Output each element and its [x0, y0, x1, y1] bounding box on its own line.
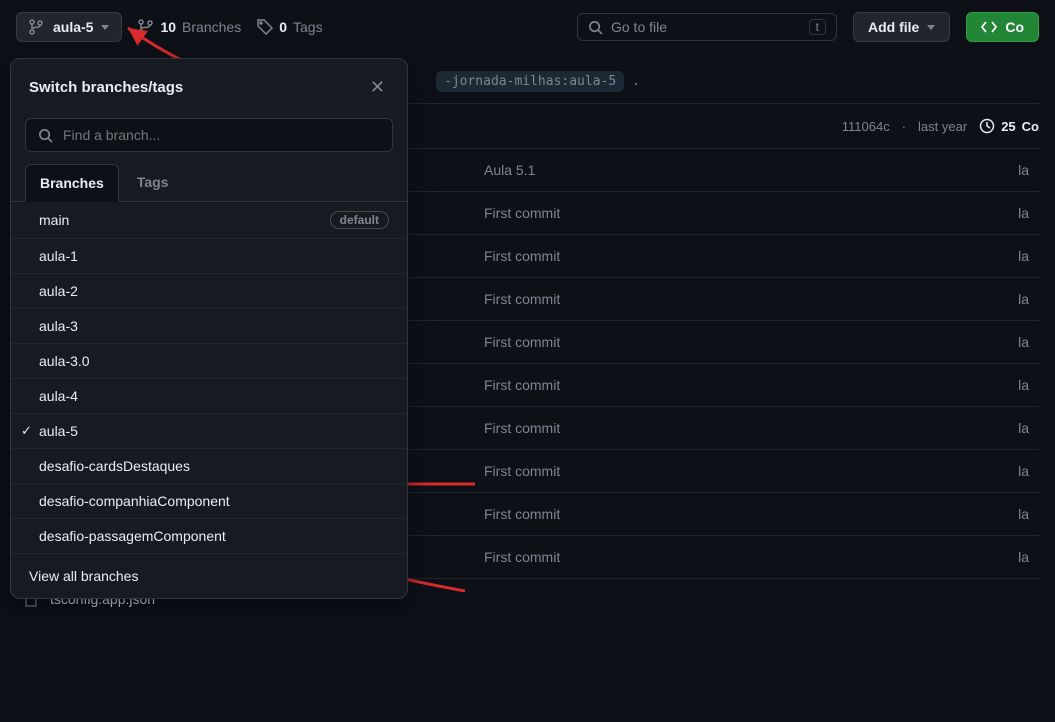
branches-label: Branches [182, 19, 241, 35]
branch-name: aula-3.0 [39, 353, 90, 369]
search-icon [38, 128, 53, 143]
branch-item[interactable]: ✓ aula-5 [11, 414, 407, 449]
history-icon [979, 118, 995, 134]
tag-icon [257, 19, 273, 35]
find-branch-input[interactable] [25, 118, 393, 152]
branch-selector-label: aula-5 [53, 19, 93, 35]
chevron-down-icon [101, 25, 109, 30]
branch-item[interactable]: aula-4 [11, 379, 407, 414]
branch-item[interactable]: desafio-cardsDestaques [11, 449, 407, 484]
commit-age: la [1018, 420, 1031, 436]
commits-count: 25 [1001, 119, 1015, 134]
branch-dropdown: Switch branches/tags ✕ Branches Tags mai… [10, 58, 408, 599]
branch-name: aula-2 [39, 283, 78, 299]
commit-age: la [1018, 463, 1031, 479]
branches-link[interactable]: 10 Branches [138, 19, 241, 35]
commit-age: la [1018, 205, 1031, 221]
tags-label: Tags [293, 19, 323, 35]
search-placeholder: Go to file [611, 19, 667, 35]
branch-icon [29, 19, 45, 35]
branch-name: aula-3 [39, 318, 78, 334]
commit-hash[interactable]: 111064c [842, 119, 890, 134]
branch-name: desafio-passagemComponent [39, 528, 226, 544]
code-label: Co [1005, 19, 1024, 35]
commit-age: la [1018, 506, 1031, 522]
branch-item[interactable]: desafio-companhiaComponent [11, 484, 407, 519]
branch-item[interactable]: desafio-passagemComponent [11, 519, 407, 554]
view-all-branches[interactable]: View all branches [11, 554, 407, 598]
branch-item[interactable]: main default [11, 202, 407, 239]
branch-item[interactable]: aula-3 [11, 309, 407, 344]
commit-age: la [1018, 291, 1031, 307]
tab-tags[interactable]: Tags [123, 164, 183, 201]
branch-name: aula-1 [39, 248, 78, 264]
code-button[interactable]: Co [966, 12, 1039, 42]
commits-suffix: Co [1022, 119, 1039, 134]
branch-name: desafio-companhiaComponent [39, 493, 230, 509]
path-chip: -jornada-milhas:aula-5 [436, 71, 624, 92]
add-file-button[interactable]: Add file [853, 12, 950, 42]
check-icon: ✓ [21, 423, 32, 439]
branch-name: aula-5 [39, 423, 78, 439]
dropdown-title: Switch branches/tags [29, 79, 183, 96]
commit-age: la [1018, 162, 1031, 178]
commit-age: la [1018, 248, 1031, 264]
branch-item[interactable]: aula-2 [11, 274, 407, 309]
branch-item[interactable]: aula-3.0 [11, 344, 407, 379]
go-to-file-input[interactable]: Go to file t [577, 13, 837, 41]
find-branch-field[interactable] [63, 127, 380, 143]
code-icon [981, 19, 997, 35]
tags-link[interactable]: 0 Tags [257, 19, 322, 35]
commit-age: la [1018, 549, 1031, 565]
branch-name: desafio-cardsDestaques [39, 458, 190, 474]
chevron-down-icon [927, 25, 935, 30]
tags-count: 0 [279, 19, 287, 35]
close-icon[interactable]: ✕ [366, 73, 389, 102]
commit-age: la [1018, 334, 1031, 350]
path-dot: . [632, 74, 640, 89]
branches-count: 10 [160, 19, 176, 35]
commits-link[interactable]: 25 Co [979, 118, 1039, 134]
tab-branches[interactable]: Branches [25, 164, 119, 202]
commit-age: la [1018, 377, 1031, 393]
branch-selector-button[interactable]: aula-5 [16, 12, 122, 42]
branch-name: main [39, 212, 69, 228]
branch-name: aula-4 [39, 388, 78, 404]
default-badge: default [330, 211, 389, 229]
sep: · [902, 119, 906, 134]
commit-age: last year [918, 119, 967, 134]
branch-item[interactable]: aula-1 [11, 239, 407, 274]
search-icon [588, 20, 603, 35]
search-hotkey: t [809, 19, 826, 35]
add-file-label: Add file [868, 19, 919, 35]
branch-icon [138, 19, 154, 35]
